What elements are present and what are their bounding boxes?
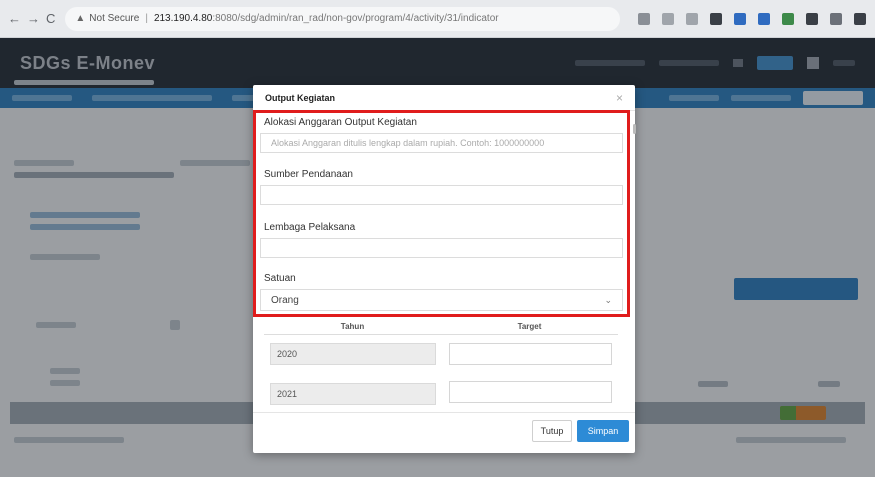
chevron-down-icon: ⌄: [604, 294, 612, 305]
extension-grid-icon[interactable]: [710, 12, 723, 25]
alokasi-label: Alokasi Anggaran Output Kegiatan: [264, 117, 417, 128]
modal-footer-divider: [253, 412, 635, 413]
target-input[interactable]: [449, 381, 612, 403]
col-target: Target: [517, 322, 542, 331]
reload-icon[interactable]: C: [46, 11, 55, 27]
col-tahun: Tahun: [340, 322, 365, 331]
address-separator: |: [145, 13, 148, 24]
extension-green-icon[interactable]: [782, 12, 795, 25]
warning-icon: ▲: [75, 13, 86, 24]
sidebar-icon[interactable]: [854, 12, 867, 25]
star-icon[interactable]: [686, 12, 699, 25]
lembaga-pelaksana-label: Lembaga Pelaksana: [264, 222, 356, 233]
browser-toolbar: ← → C ▲ Not Secure | 213.190.4.80 :8080/…: [0, 0, 875, 38]
modal-title: Output Kegiatan: [265, 92, 335, 103]
url-host: 213.190.4.80: [153, 13, 213, 24]
key-icon[interactable]: [638, 12, 651, 25]
extension-blue-icon[interactable]: [734, 12, 747, 25]
close-icon[interactable]: ×: [616, 91, 623, 105]
year-cell: 2020: [270, 343, 436, 365]
satuan-select[interactable]: Orang ⌄: [260, 289, 623, 311]
target-input[interactable]: [449, 343, 612, 365]
scrollbar[interactable]: [633, 124, 636, 134]
share-icon[interactable]: [662, 12, 675, 25]
url-path: :8080/sdg/admin/ran_rad/non-gov/program/…: [212, 13, 499, 24]
sumber-pendanaan-label: Sumber Pendanaan: [264, 169, 353, 180]
simpan-button[interactable]: Simpan: [577, 420, 629, 442]
satuan-value: Orang: [271, 294, 299, 306]
address-bar[interactable]: ▲ Not Secure | 213.190.4.80 :8080/sdg/ad…: [65, 6, 621, 31]
back-icon[interactable]: ←: [8, 11, 21, 27]
security-label: Not Secure: [89, 13, 140, 24]
year-cell: 2021: [270, 383, 436, 405]
tutup-button[interactable]: Tutup: [532, 420, 572, 442]
forward-icon[interactable]: →: [27, 11, 40, 27]
reading-list-icon[interactable]: [830, 12, 843, 25]
puzzle-icon[interactable]: [806, 12, 819, 25]
sumber-pendanaan-input[interactable]: [260, 185, 623, 205]
satuan-label: Satuan: [264, 273, 296, 284]
extension-shield-icon[interactable]: [758, 12, 771, 25]
extensions-bar: [638, 12, 875, 25]
modal-header: Output Kegiatan ×: [253, 85, 635, 111]
lembaga-pelaksana-input[interactable]: [260, 238, 623, 258]
alokasi-input[interactable]: Alokasi Anggaran ditulis lengkap dalam r…: [260, 133, 623, 153]
target-table-header: Tahun Target: [264, 319, 618, 335]
